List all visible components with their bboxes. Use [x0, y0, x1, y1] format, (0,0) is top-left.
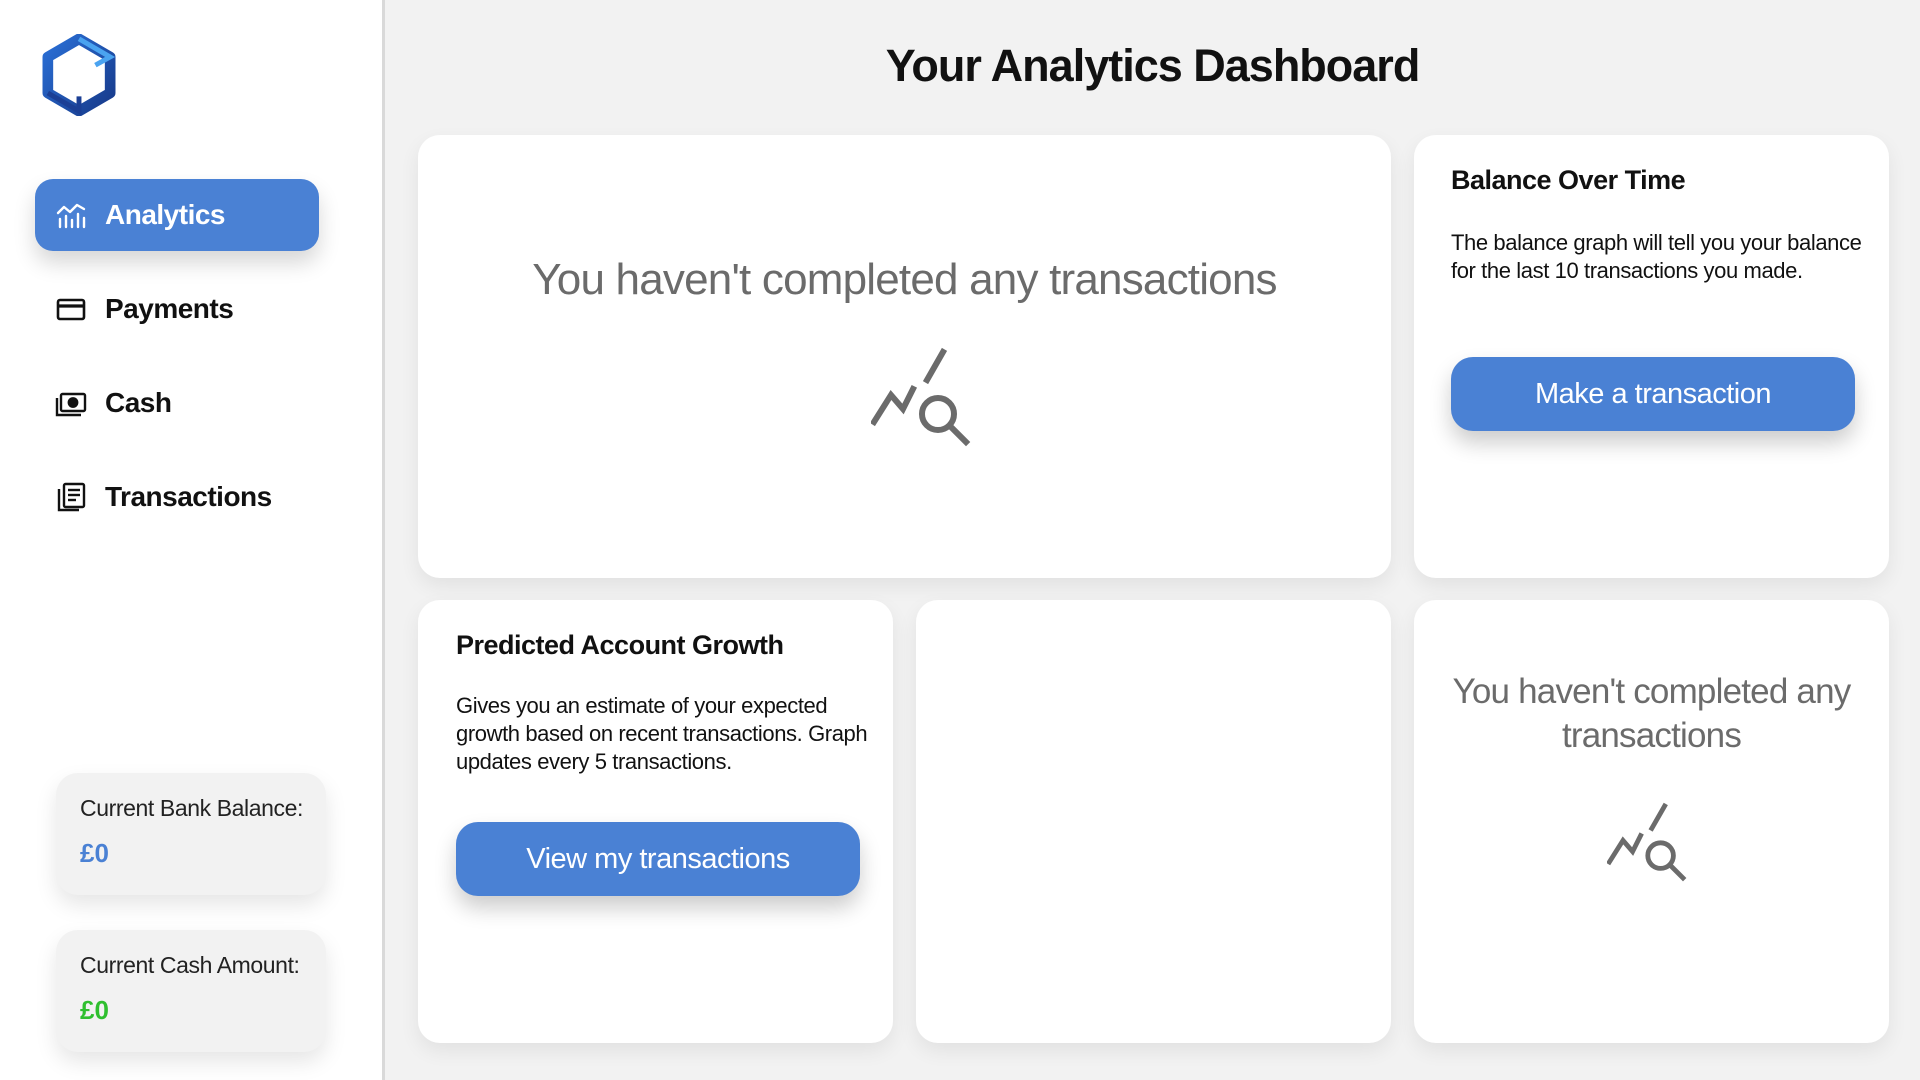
balance-over-time-card: Balance Over Time The balance graph will…: [1414, 135, 1889, 578]
sidebar-item-label: Transactions: [105, 481, 272, 512]
empty-state-message: You haven't completed any transactions: [1452, 672, 1852, 755]
chart-search-icon: [1606, 802, 1695, 887]
sidebar-item-label: Payments: [105, 293, 234, 324]
cash-amount-card: Current Cash Amount: £0: [56, 930, 326, 1052]
growth-chart-card: [916, 600, 1391, 1043]
predicted-growth-card: Predicted Account Growth Gives you an es…: [418, 600, 893, 1043]
make-transaction-button[interactable]: Make a transaction: [1451, 357, 1855, 431]
sidebar-item-transactions[interactable]: Transactions: [35, 461, 319, 533]
page-title: Your Analytics Dashboard: [885, 40, 1421, 91]
credit-card-icon: [55, 293, 87, 325]
bank-balance-value: £0: [80, 838, 109, 868]
sidebar-item-analytics[interactable]: Analytics: [35, 179, 319, 251]
card-description: Gives you an estimate of your expected g…: [456, 693, 868, 774]
cash-amount-value: £0: [80, 995, 109, 1025]
chart-search-icon: [869, 347, 981, 452]
transactions-chart-card: You haven't completed any transactions: [418, 135, 1391, 578]
bank-balance-card: Current Bank Balance: £0: [56, 773, 326, 895]
sidebar: Analytics Payments Cash Transactions Cur…: [0, 0, 385, 1080]
receipt-list-icon: [55, 481, 87, 513]
card-description: The balance graph will tell you your bal…: [1451, 230, 1862, 283]
chart-icon: [55, 199, 87, 231]
sidebar-item-label: Analytics: [105, 199, 226, 230]
small-chart-card: You haven't completed any transactions: [1414, 600, 1889, 1043]
card-title: Balance Over Time: [1451, 165, 1686, 195]
cash-amount-label: Current Cash Amount:: [80, 952, 300, 978]
sidebar-item-label: Cash: [105, 387, 172, 418]
sidebar-item-payments[interactable]: Payments: [35, 273, 319, 345]
sidebar-nav: Analytics Payments Cash Transactions: [35, 179, 319, 555]
empty-state-message: You haven't completed any transactions: [532, 255, 1277, 304]
sidebar-item-cash[interactable]: Cash: [35, 367, 319, 439]
hexagon-logo-icon[interactable]: [38, 33, 120, 117]
cash-icon: [55, 387, 87, 419]
view-transactions-button[interactable]: View my transactions: [456, 822, 860, 896]
bank-balance-label: Current Bank Balance:: [80, 795, 304, 821]
card-title: Predicted Account Growth: [456, 630, 784, 660]
